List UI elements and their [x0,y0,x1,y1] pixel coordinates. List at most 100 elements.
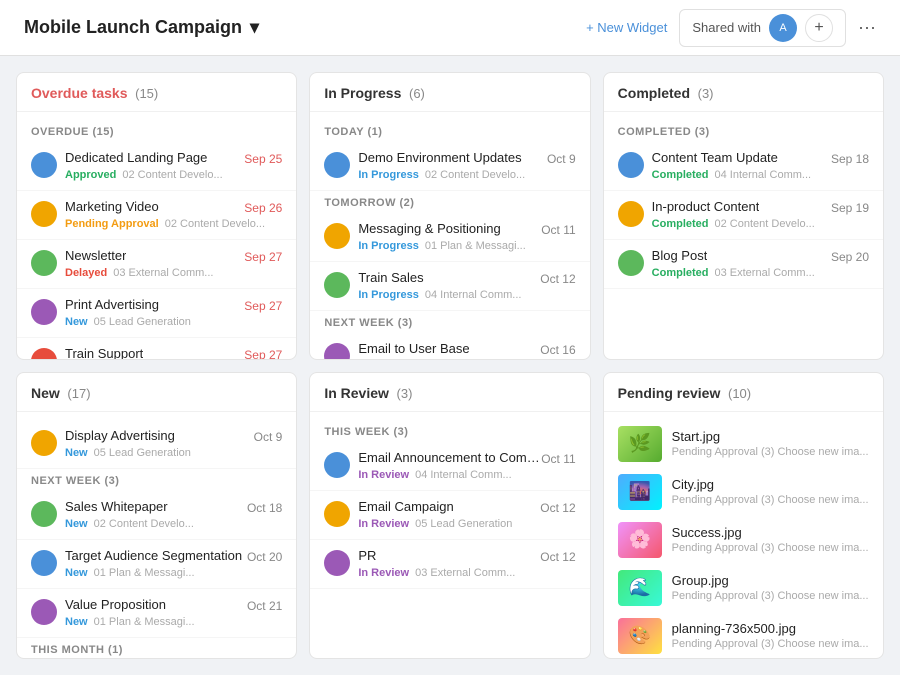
shared-with-box: Shared with A + [679,9,846,47]
task-sub: 02 Content Develo... [425,169,525,181]
status-badge: New [65,446,88,460]
status-badge: In Review [358,566,409,580]
task-sub: 02 Content Develo... [94,518,194,530]
review-thumbnail: 🌆 [618,474,662,510]
task-date: Sep 19 [831,201,869,217]
column-new-title: New (17) [31,385,91,401]
task-date: Oct 16 [540,343,575,359]
task-item[interactable]: Email CampaignOct 12In Review05 Lead Gen… [310,491,589,540]
review-item-sub: Pending Approval (3) Choose new ima... [672,542,869,554]
task-sub: 02 Content Develo... [165,218,265,230]
section-label: COMPLETED (3) [604,120,883,142]
task-date: Oct 11 [541,452,575,468]
task-item[interactable]: NewsletterSep 27Delayed03 External Comm.… [17,240,296,289]
task-date: Sep 25 [244,152,282,168]
task-date: Oct 21 [247,599,282,615]
section-label: NEXT WEEK (3) [17,469,296,491]
task-item[interactable]: Print AdvertisingSep 27New05 Lead Genera… [17,289,296,338]
status-badge: In Progress [358,168,419,182]
chevron-down-icon[interactable]: ▾ [250,17,259,38]
task-item[interactable]: Train SupportSep 27New04 Internal Comm..… [17,338,296,359]
task-sub: 01 Plan & Messagi... [94,616,195,628]
task-date: Oct 20 [247,550,282,566]
task-name: Value Proposition [65,597,166,612]
task-name: Train Support [65,346,143,359]
task-name: Blog Post [652,248,708,263]
task-name: Demo Environment Updates [358,150,521,165]
task-sub: 04 Internal Comm... [715,169,812,181]
task-item[interactable]: Display Advertising Oct 9 New 05 Lead Gener… [17,420,296,469]
status-badge: New [65,615,88,629]
task-date: Sep 27 [244,299,282,315]
review-thumbnail: 🌊 [618,570,662,606]
task-date: Oct 12 [540,272,575,288]
review-item-sub: Pending Approval (3) Choose new ima... [672,494,869,506]
review-item[interactable]: 🌿Start.jpgPending Approval (3) Choose ne… [604,420,883,468]
task-item[interactable]: Sales WhitepaperOct 18New02 Content Deve… [17,491,296,540]
status-badge: Approved [65,168,116,182]
task-date: Sep 27 [244,348,282,359]
task-sub: 04 Internal Comm... [425,289,522,301]
task-date: Oct 18 [247,501,282,517]
column-overdue-title: Overdue tasks (15) [31,85,158,101]
add-shared-button[interactable]: + [805,14,833,42]
status-badge: Pending Approval [65,217,159,231]
task-date: Oct 9 [547,152,576,168]
column-in-progress: In Progress (6) TODAY (1)Demo Environmen… [309,72,590,360]
review-item-name: planning-736x500.jpg [672,621,869,636]
task-item[interactable]: Dedicated Landing PageSep 25Approved02 C… [17,142,296,191]
review-item-sub: Pending Approval (3) Choose new ima... [672,638,869,650]
task-sub: 02 Content Develo... [122,169,222,181]
task-name: Content Team Update [652,150,778,165]
task-sub: 01 Plan & Messagi... [425,240,526,252]
task-date: Oct 9 [254,430,283,446]
task-item[interactable]: Blog PostSep 20Completed03 External Comm… [604,240,883,289]
task-name: Marketing Video [65,199,159,214]
section-label: THIS MONTH (1) [17,638,296,659]
shared-with-label: Shared with [692,20,761,35]
column-completed: Completed (3) COMPLETED (3)Content Team … [603,72,884,360]
column-in-review: In Review (3) THIS WEEK (3)Email Announc… [309,372,590,660]
task-name: Newsletter [65,248,126,263]
task-item[interactable]: Email to User BaseOct 16In Progress03 Ex… [310,333,589,359]
section-label: TODAY (1) [310,120,589,142]
section-label: NEXT WEEK (3) [310,311,589,333]
task-item[interactable]: Target Audience SegmentationOct 20New01 … [17,540,296,589]
task-sub: 05 Lead Generation [94,447,191,459]
task-date: Oct 12 [540,501,575,517]
status-badge: Delayed [65,266,107,280]
status-badge: New [65,517,88,531]
task-name: Display Advertising [65,428,175,443]
task-date: Sep 27 [244,250,282,266]
section-label: TOMORROW (2) [310,191,589,213]
task-item[interactable]: Marketing VideoSep 26Pending Approval02 … [17,191,296,240]
task-name: PR [358,548,376,563]
task-item[interactable]: Value Proposition Oct 21 New 01 Plan & Mess… [17,589,296,638]
task-item[interactable]: PROct 12In Review03 External Comm... [310,540,589,589]
task-date: Oct 11 [541,223,575,239]
review-thumbnail: 🌸 [618,522,662,558]
review-item-name: City.jpg [672,477,869,492]
status-badge: In Progress [358,288,419,302]
task-sub: 02 Content Develo... [715,218,815,230]
task-item[interactable]: Train SalesOct 12In Progress04 Internal … [310,262,589,311]
review-item[interactable]: 🌊Group.jpgPending Approval (3) Choose ne… [604,564,883,612]
task-item[interactable]: Content Team UpdateSep 18Completed04 Int… [604,142,883,191]
review-item[interactable]: 🌆 City.jpg Pending Approval (3) Choose new… [604,468,883,516]
review-item[interactable]: 🎨planning-736x500.jpgPending Approval (3… [604,612,883,659]
task-item[interactable]: In-product ContentSep 19Completed02 Cont… [604,191,883,240]
task-date: Oct 12 [540,550,575,566]
task-item[interactable]: Email Announcement to Comp...Oct 11In Re… [310,442,589,491]
status-badge: New [65,315,88,329]
task-name: Target Audience Segmentation [65,548,242,563]
more-options-button[interactable]: ··· [858,17,876,38]
review-item[interactable]: 🌸Success.jpgPending Approval (3) Choose … [604,516,883,564]
task-sub: 01 Plan & Messagi... [94,567,195,579]
column-pending-review-title: Pending review (10) [618,385,751,401]
new-widget-button[interactable]: + New Widget [586,20,667,35]
task-name: Messaging & Positioning [358,221,500,236]
task-item[interactable]: Messaging & PositioningOct 11In Progress… [310,213,589,262]
column-overdue: Overdue tasks (15) OVERDUE (15)Dedicated… [16,72,297,360]
task-item[interactable]: Demo Environment Updates Oct 9 In Progress… [310,142,589,191]
column-completed-title: Completed (3) [618,85,714,101]
